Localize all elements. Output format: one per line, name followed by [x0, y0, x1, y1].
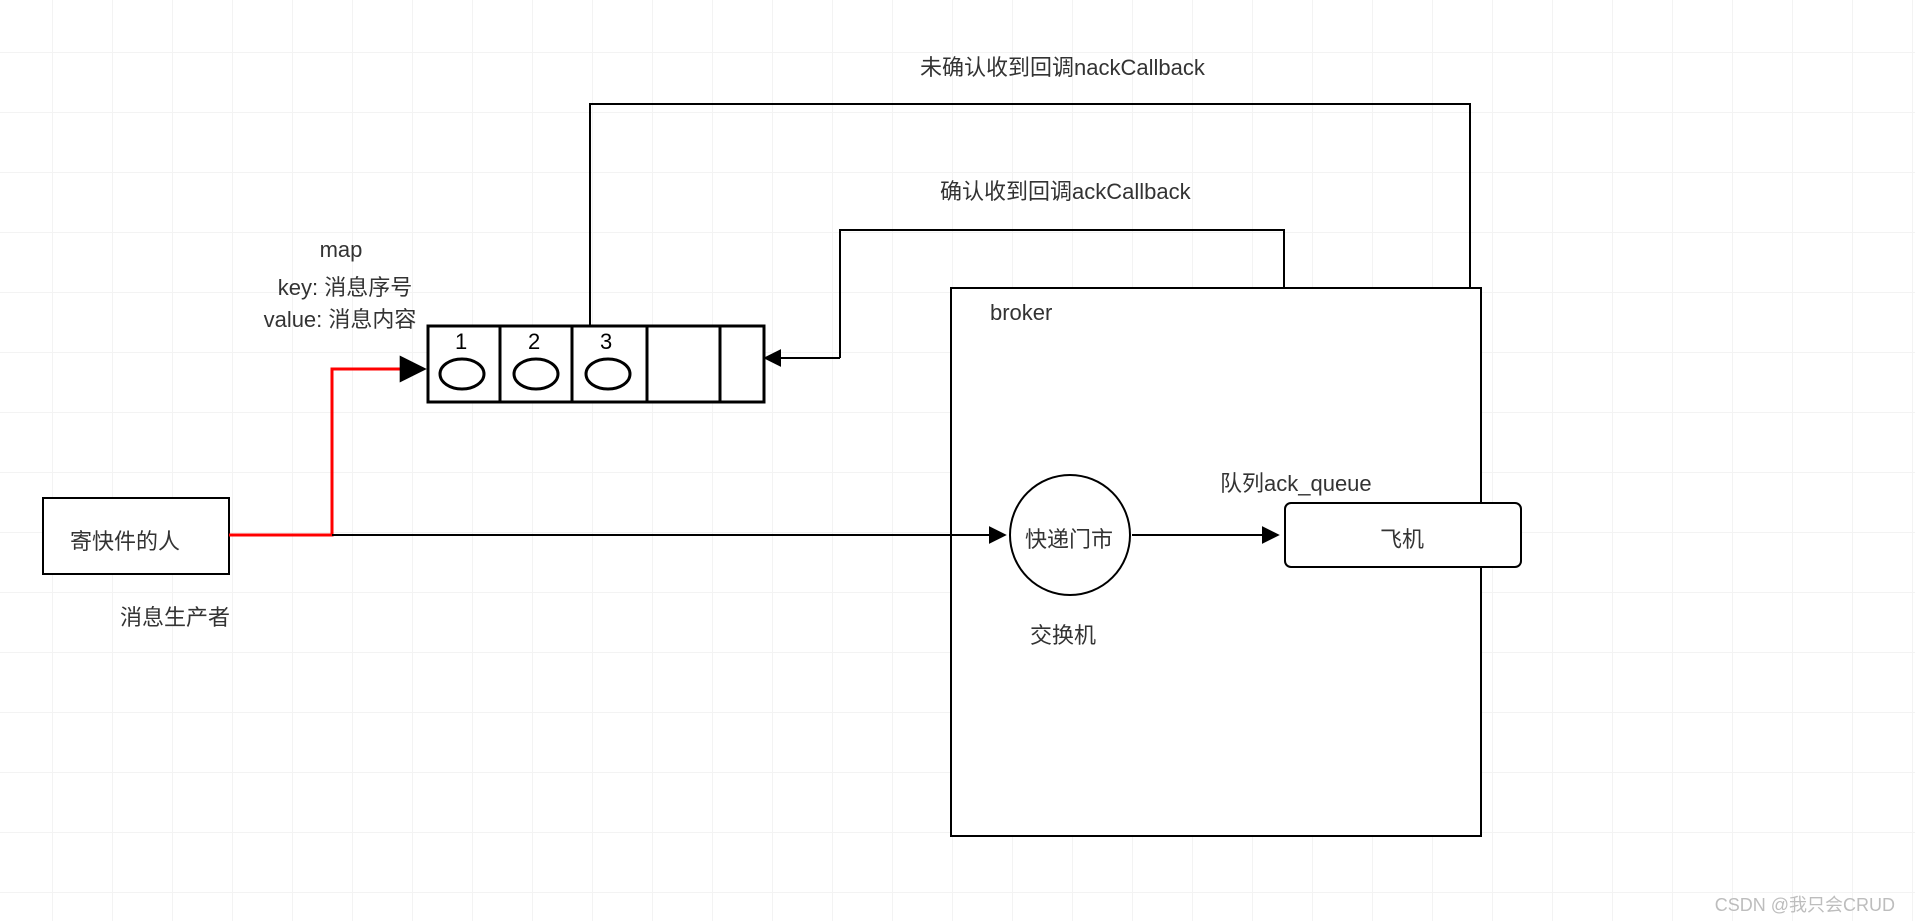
exchange-sub-label: 交换机	[1030, 618, 1096, 650]
producer-sub-label: 消息生产者	[120, 600, 230, 632]
map-key: key: 消息序号	[220, 270, 470, 302]
cell-num-2: 2	[528, 329, 540, 354]
queue-box-label: 飞机	[1380, 522, 1424, 554]
map-value: value: 消息内容	[200, 302, 480, 334]
nack-label: 未确认收到回调nackCallback	[920, 50, 1205, 82]
arrow-producer-to-map	[229, 369, 424, 535]
ack-label: 确认收到回调ackCallback	[940, 174, 1191, 206]
queue-title-label: 队列ack_queue	[1220, 466, 1372, 498]
watermark: CSDN @我只会CRUD	[1715, 891, 1895, 917]
cell-num-3: 3	[600, 329, 612, 354]
broker-label: broker	[990, 300, 1052, 326]
diagram-svg: 1 2 3	[0, 0, 1915, 921]
exchange-circle-label: 快递门市	[1025, 522, 1113, 554]
sender-box-label: 寄快件的人	[70, 524, 180, 556]
map-title: map	[266, 237, 416, 263]
